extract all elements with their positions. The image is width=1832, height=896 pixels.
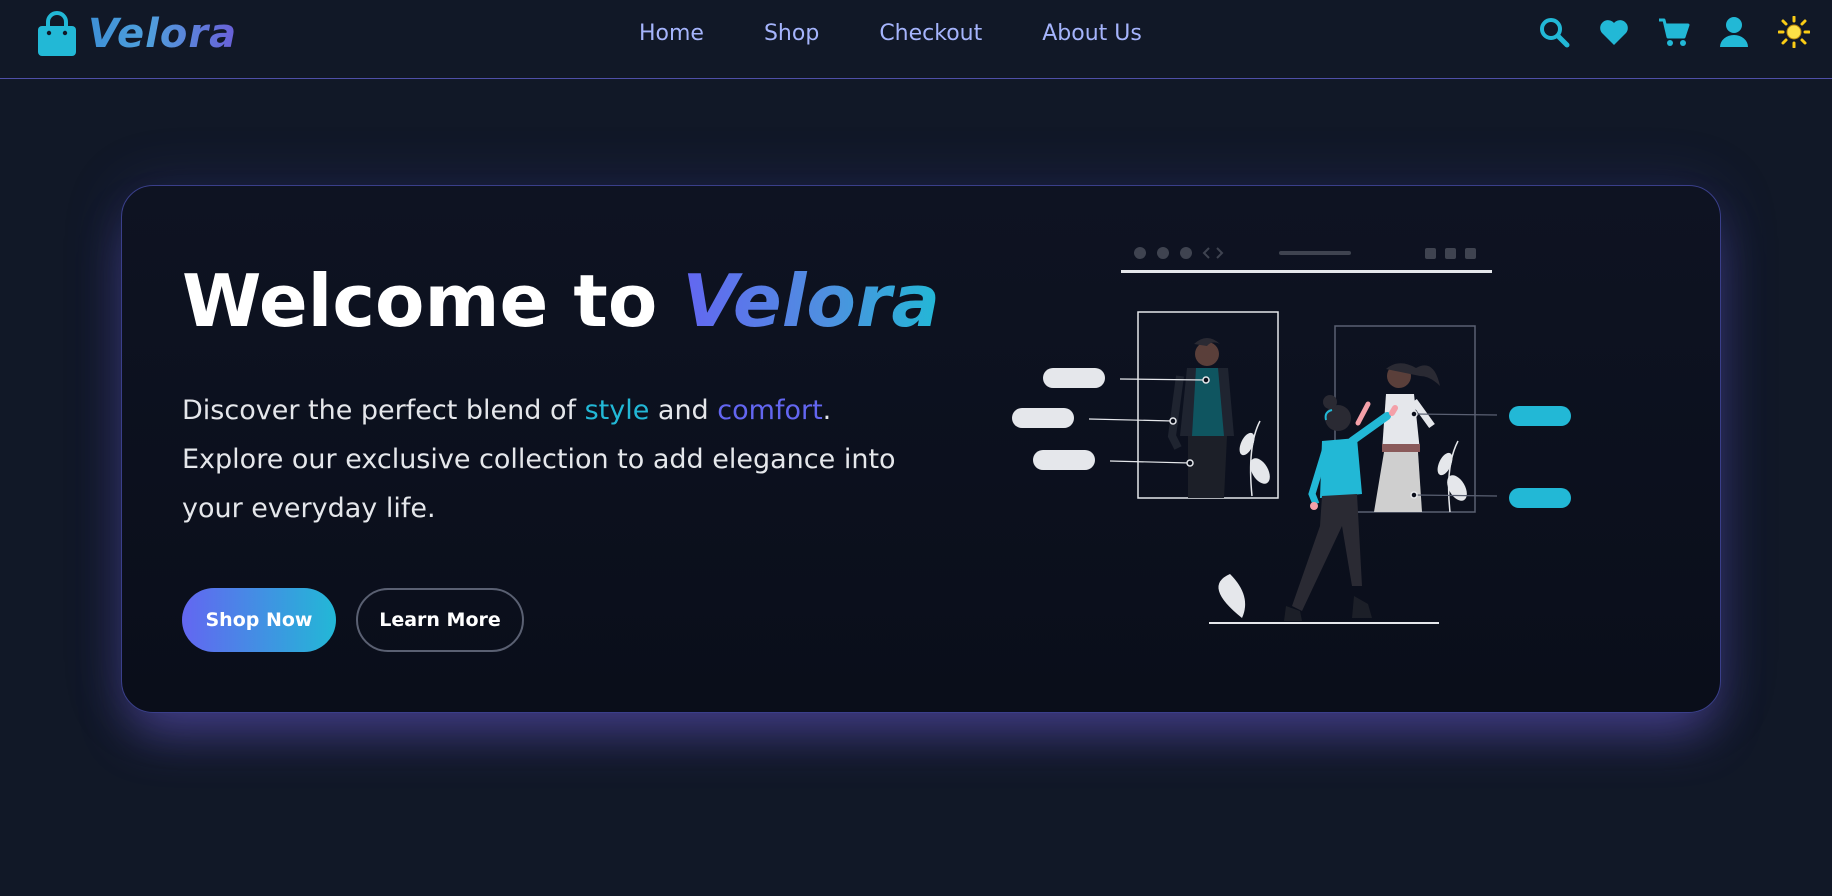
- wishlist-button[interactable]: [1596, 14, 1632, 50]
- browser-bar-illustration: [1121, 247, 1492, 273]
- search-button[interactable]: [1536, 14, 1572, 50]
- hero-description: Discover the perfect blend of style and …: [182, 386, 922, 533]
- navbar: Velora Home Shop Checkout About Us: [0, 0, 1832, 79]
- theme-toggle-button[interactable]: [1776, 14, 1812, 50]
- account-button[interactable]: [1716, 14, 1752, 50]
- man-figure-illustration: [1167, 338, 1234, 498]
- hero-title: Welcome to Velora: [182, 256, 940, 346]
- hero-title-prefix: Welcome to: [182, 259, 683, 343]
- user-icon: [1720, 17, 1748, 47]
- nav-home[interactable]: Home: [639, 18, 704, 50]
- nav-checkout[interactable]: Checkout: [879, 18, 982, 50]
- hero-title-brand: Velora: [682, 259, 940, 343]
- cart-button[interactable]: [1656, 14, 1692, 50]
- heart-icon: [1600, 20, 1628, 45]
- shop-now-button[interactable]: Shop Now: [182, 588, 336, 652]
- search-icon: [1540, 18, 1570, 48]
- nav-links: Home Shop Checkout About Us: [639, 18, 1202, 50]
- hero-desc-and: and: [649, 395, 718, 426]
- learn-more-button[interactable]: Learn More: [356, 588, 524, 652]
- hero-section: Welcome to Velora Discover the perfect b…: [121, 185, 1721, 713]
- hero-desc-comfort: comfort: [717, 395, 823, 426]
- hero-desc-style: style: [584, 395, 650, 426]
- brand-logo[interactable]: Velora: [36, 10, 237, 58]
- shopping-bag-icon: [38, 11, 76, 56]
- woman-mannequin-illustration: [1374, 363, 1440, 512]
- nav-about-us[interactable]: About Us: [1042, 18, 1142, 50]
- sun-icon: [1778, 16, 1810, 48]
- nav-shop[interactable]: Shop: [764, 18, 819, 50]
- hero-desc-part1: Discover the perfect blend of: [182, 395, 585, 426]
- fashion-shopping-illustration: [1012, 247, 1571, 624]
- nav-icons: [1536, 14, 1812, 50]
- brand-name: Velora: [88, 11, 238, 57]
- cart-icon: [1659, 18, 1690, 46]
